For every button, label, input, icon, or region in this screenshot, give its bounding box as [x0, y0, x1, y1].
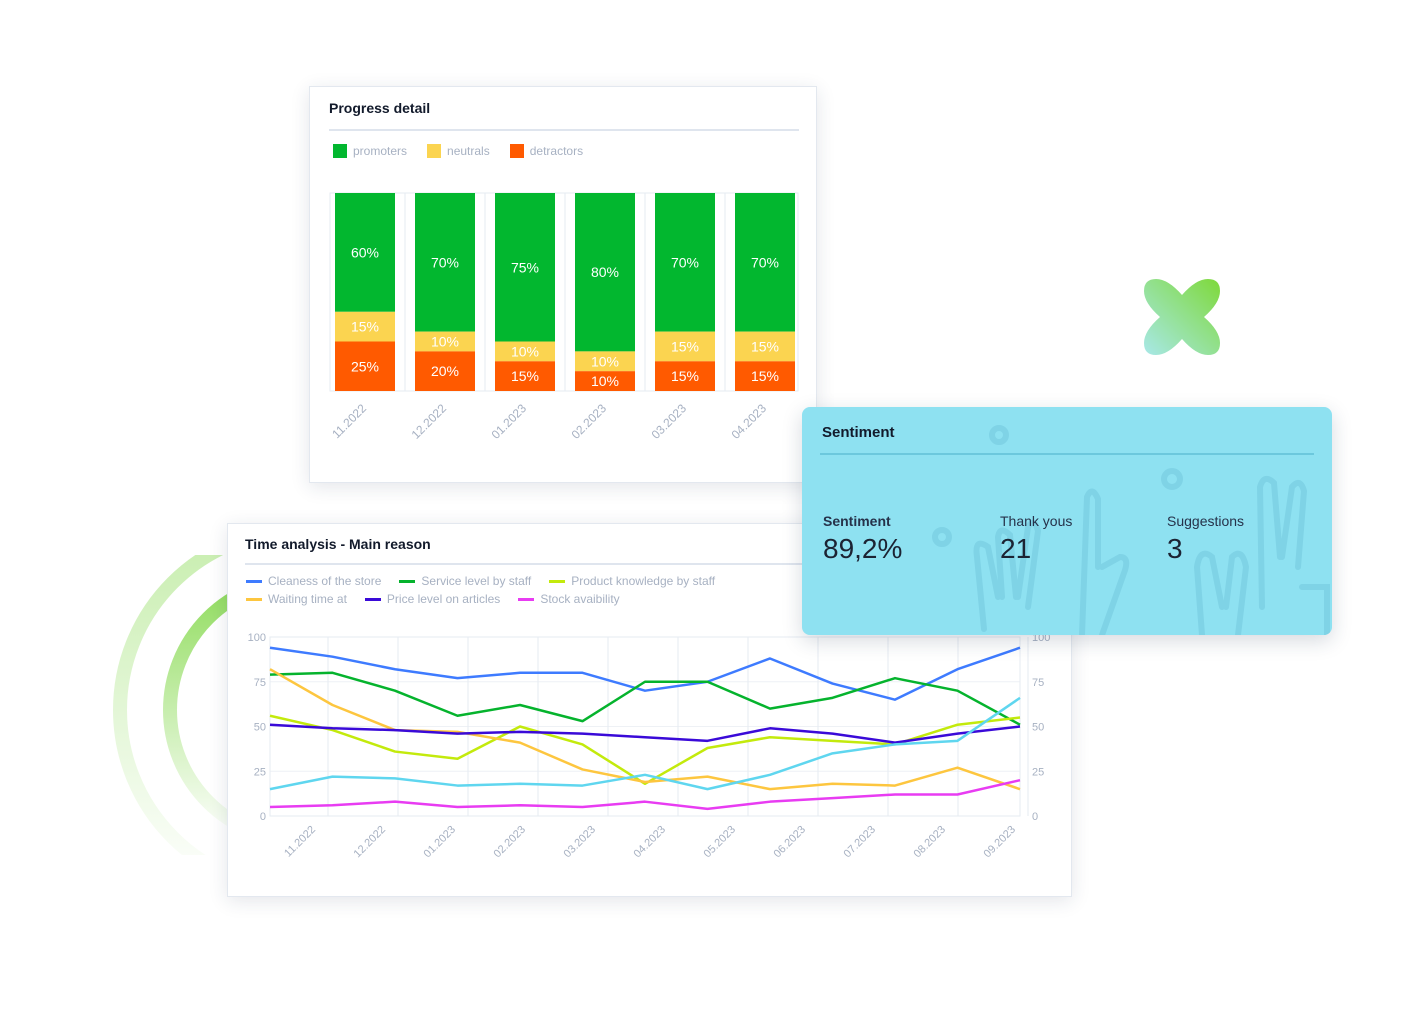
legend-label: promoters	[353, 144, 408, 158]
data-label: 60%	[351, 244, 379, 260]
x-tick-label: 11.2022	[282, 824, 318, 860]
line-chart: 0 025 2550 5075 75100 10011.2022 12.2022 01.202…	[248, 632, 1051, 861]
chart-legend: promoters neutrals detractors	[333, 144, 583, 158]
legend-swatch	[333, 144, 347, 158]
x-tick-label: 01.2023	[422, 824, 459, 861]
data-label: 10%	[431, 334, 459, 350]
x-tick-label: 11.2022	[329, 401, 369, 441]
legend-label: Cleaness of the store	[268, 574, 382, 588]
card-title: Progress detail	[329, 100, 431, 116]
y-tick-label: 25	[254, 766, 266, 778]
data-label: 70%	[751, 254, 779, 270]
card-title: Time analysis - Main reason	[245, 536, 431, 552]
x-tick-label: 05.2023	[702, 824, 739, 861]
x-tick-label: 04.2023	[632, 824, 669, 861]
legend-swatch	[509, 144, 524, 158]
legend-item[interactable]: Waiting time at	[246, 592, 347, 606]
divider	[820, 453, 1314, 455]
data-label: 10%	[511, 343, 539, 359]
data-label: 15%	[671, 368, 699, 384]
x-tick-label: 07.2023	[842, 824, 879, 861]
legend-item[interactable]: Product knowledge by staff	[549, 574, 715, 588]
x-tick-label: 09.2023	[982, 824, 1019, 861]
stat-sentiment: Sentiment 89,2%	[823, 513, 903, 564]
data-label: 15%	[351, 319, 379, 335]
stat-thank-yous: Thank yous 21	[1000, 513, 1073, 564]
x-tick-label: 02.2023	[569, 401, 610, 442]
y-tick-label: 50	[254, 722, 266, 734]
x-tick-label: 06.2023	[772, 824, 809, 861]
data-label: 25%	[351, 358, 379, 374]
legend-item[interactable]: Price level on articles	[364, 592, 501, 606]
data-label: 75%	[511, 259, 539, 275]
y-tick-label: 0	[260, 811, 266, 823]
stacked-bar-chart: 60% 15% 25% 11.2022 70% 10% 20% 12.2022 75% 10% 15…	[329, 192, 799, 442]
legend-line	[549, 579, 566, 583]
x-tick-label: 04.2023	[729, 401, 770, 442]
legend-line	[246, 579, 262, 583]
legend-item[interactable]: Cleaness of the store	[246, 574, 381, 588]
legend-label: neutrals	[447, 144, 490, 158]
data-label: 20%	[431, 363, 459, 379]
data-label: 15%	[751, 338, 779, 354]
legend-line	[246, 597, 262, 601]
x-tick-label: 02.2023	[492, 824, 529, 861]
data-label: 70%	[431, 254, 459, 270]
legend-label: Price level on articles	[386, 592, 501, 606]
data-label: 15%	[511, 368, 539, 384]
legend-line	[518, 597, 535, 601]
data-label: 15%	[671, 338, 699, 354]
sentiment-card: Sentiment Sentiment 89,2% Thank yous 21 Su…	[802, 407, 1332, 635]
y-tick-label: 100	[248, 632, 266, 644]
card-title: Sentiment	[822, 424, 895, 441]
progress-detail-card: Progress detail promoters neutrals detract…	[309, 86, 817, 483]
series-line	[269, 646, 1021, 701]
legend-line	[399, 579, 416, 583]
y-tick-label-right: 0	[1032, 811, 1038, 823]
legend-item[interactable]: Stock avaibility	[518, 592, 620, 606]
series-line	[269, 696, 1021, 791]
series-line	[269, 671, 1021, 726]
legend-label: detractors	[529, 144, 584, 158]
x-tick-label: 12.2022	[409, 401, 450, 442]
plot-frame	[329, 192, 799, 392]
series-line	[269, 723, 1021, 744]
legend-label: Stock avaibility	[540, 592, 620, 606]
x-tick-label: 03.2023	[649, 401, 690, 442]
legend-label: Waiting time at	[268, 592, 347, 606]
legend-swatch	[427, 144, 442, 158]
legend-label: Service level by staff	[421, 574, 532, 588]
data-label: 10%	[591, 373, 619, 389]
legend-label: Product knowledge by staff	[571, 574, 716, 588]
divider	[329, 129, 799, 131]
y-tick-label-right: 25	[1032, 766, 1044, 778]
legend-line	[364, 597, 381, 601]
x-tick-label: 01.2023	[489, 401, 530, 442]
legend-item[interactable]: detractors	[509, 144, 584, 158]
brand-x-logo	[1144, 279, 1220, 355]
x-tick-label: 03.2023	[562, 824, 599, 861]
x-tick-label: 08.2023	[912, 824, 949, 861]
data-label: 10%	[591, 353, 619, 369]
data-label: 70%	[671, 254, 699, 270]
legend-item[interactable]: neutrals	[427, 144, 490, 158]
stat-suggestions: Suggestions 3	[1167, 513, 1245, 564]
data-label: 15%	[751, 368, 779, 384]
x-tick-label: 12.2022	[352, 824, 389, 861]
y-tick-label: 75	[254, 677, 266, 689]
legend-item[interactable]: promoters	[333, 144, 407, 158]
y-tick-label-right: 75	[1032, 677, 1044, 689]
y-tick-label-right: 50	[1032, 722, 1044, 734]
data-label: 80%	[591, 264, 619, 280]
chart-legend: Cleaness of the store Service level by st…	[246, 574, 816, 606]
legend-item[interactable]: Service level by staff	[399, 574, 531, 588]
